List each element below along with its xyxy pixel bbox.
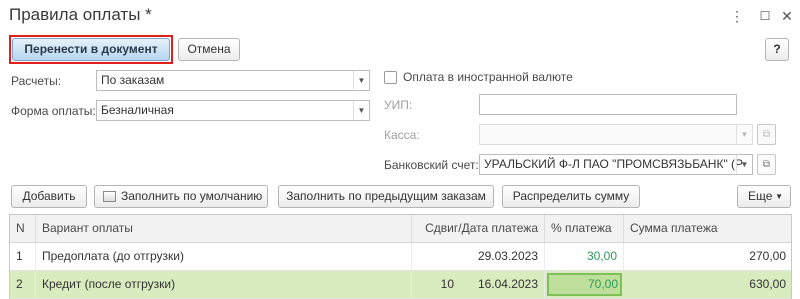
row-sum[interactable]: 630,00 [624, 271, 792, 298]
uip-label: УИП: [384, 98, 413, 112]
chevron-down-icon[interactable]: ▼ [353, 71, 369, 90]
help-button[interactable]: ? [765, 38, 789, 61]
table-fill-icon [103, 191, 116, 202]
row-number: 1 [10, 243, 36, 270]
foreign-currency-checkbox[interactable] [384, 71, 397, 84]
cash-select: ▼ [479, 124, 753, 145]
more-icon[interactable]: ⋮ [728, 7, 746, 25]
column-header-variant[interactable]: Вариант оплаты [36, 215, 412, 242]
table-row[interactable]: 1 Предоплата (до отгрузки) 29.03.2023 30… [10, 243, 791, 271]
open-bank-account-icon[interactable]: ⧉ [757, 154, 776, 175]
column-header-n[interactable]: N [10, 215, 36, 242]
payment-form-select[interactable]: Безналичная ▼ [96, 100, 370, 121]
row-shift[interactable]: 10 [412, 271, 460, 298]
fill-previous-orders-button[interactable]: Заполнить по предыдущим заказам [278, 185, 494, 208]
row-percent[interactable]: 70,00 [545, 271, 624, 298]
calculations-select[interactable]: По заказам ▼ [96, 70, 370, 91]
fill-default-label: Заполнить по умолчанию [121, 189, 263, 203]
row-date[interactable]: 29.03.2023 [460, 243, 545, 270]
more-button[interactable]: Еще ▼ [737, 185, 791, 208]
chevron-down-icon: ▼ [775, 192, 783, 201]
more-label: Еще [748, 189, 773, 203]
payment-form-label: Форма оплаты: [11, 104, 96, 118]
calculations-label: Расчеты: [11, 74, 62, 88]
open-cash-icon: ⧉ [757, 124, 776, 145]
maximize-icon[interactable]: ☐ [756, 7, 774, 25]
row-percent[interactable]: 30,00 [545, 243, 624, 270]
distribute-sum-button[interactable]: Распределить сумму [502, 185, 640, 208]
row-number: 2 [10, 271, 36, 298]
row-shift[interactable] [412, 243, 460, 270]
cancel-button[interactable]: Отмена [178, 38, 240, 61]
payment-table: N Вариант оплаты Сдвиг/Дата платежа % пл… [9, 214, 792, 299]
bank-account-label: Банковский счет: [384, 158, 479, 172]
row-variant[interactable]: Кредит (после отгрузки) [36, 271, 412, 298]
uip-field[interactable] [479, 94, 737, 115]
foreign-currency-label: Оплата в иностранной валюте [403, 70, 573, 84]
row-variant[interactable]: Предоплата (до отгрузки) [36, 243, 412, 270]
close-icon[interactable]: ✕ [778, 7, 796, 25]
row-sum[interactable]: 270,00 [624, 243, 792, 270]
table-header: N Вариант оплаты Сдвиг/Дата платежа % пл… [10, 215, 791, 243]
fill-default-button[interactable]: Заполнить по умолчанию [94, 185, 268, 208]
chevron-down-icon[interactable]: ▼ [736, 155, 752, 174]
window-title: Правила оплаты * [9, 5, 152, 24]
bank-account-value: УРАЛЬСКИЙ Ф-Л ПАО "ПРОМСВЯЗЬБАНК" (Р [484, 157, 744, 171]
chevron-down-icon: ▼ [736, 125, 752, 144]
chevron-down-icon[interactable]: ▼ [353, 101, 369, 120]
cash-label: Касса: [384, 128, 420, 142]
calculations-value: По заказам [101, 73, 165, 87]
row-date[interactable]: 16.04.2023 [460, 271, 545, 298]
add-button[interactable]: Добавить [11, 185, 87, 208]
column-header-date[interactable]: Сдвиг/Дата платежа [412, 215, 545, 242]
transfer-to-document-button[interactable]: Перенести в документ [12, 38, 170, 61]
bank-account-select[interactable]: УРАЛЬСКИЙ Ф-Л ПАО "ПРОМСВЯЗЬБАНК" (Р ▼ [479, 154, 753, 175]
payment-form-value: Безналичная [101, 103, 174, 117]
table-row-selected[interactable]: 2 Кредит (после отгрузки) 10 16.04.2023 … [10, 271, 791, 299]
column-header-percent[interactable]: % платежа [545, 215, 624, 242]
column-header-sum[interactable]: Сумма платежа [624, 215, 792, 242]
